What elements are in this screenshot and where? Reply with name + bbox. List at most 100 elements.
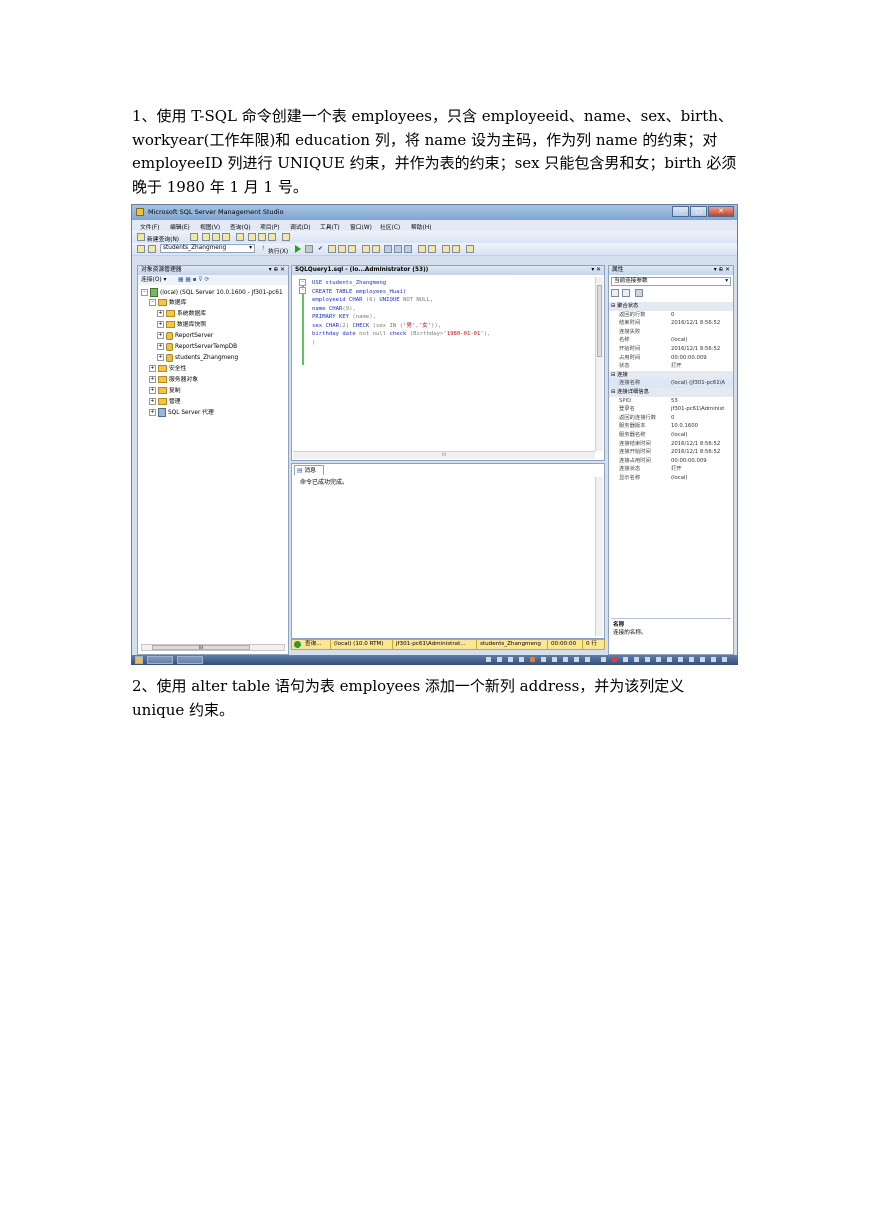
expand-icon[interactable]: + bbox=[157, 332, 164, 339]
messages-tab[interactable]: ▤ 消息 bbox=[294, 465, 324, 475]
query-designer-icon[interactable] bbox=[338, 245, 346, 253]
collapse-icon[interactable]: – bbox=[141, 289, 148, 296]
tray-icon[interactable] bbox=[645, 657, 650, 662]
tray-icon[interactable] bbox=[574, 657, 579, 662]
property-category[interactable]: ⊟ 连接详细信息 bbox=[609, 388, 733, 397]
property-row[interactable]: 返回的行数 0 bbox=[609, 311, 733, 320]
property-row[interactable]: 服务器名称 (local) bbox=[609, 431, 733, 440]
property-row[interactable]: 服务器版本 10.0.1600 bbox=[609, 422, 733, 431]
messages-vscroll[interactable] bbox=[595, 477, 603, 636]
property-row[interactable]: 连接开始时间 2016/12/1 8:56:52 bbox=[609, 448, 733, 457]
expand-icon[interactable]: + bbox=[157, 343, 164, 350]
tray-icon[interactable] bbox=[497, 657, 502, 662]
tray-icon[interactable] bbox=[563, 657, 568, 662]
query-dmx-icon[interactable] bbox=[222, 233, 230, 241]
tray-icon[interactable] bbox=[541, 657, 546, 662]
tray-icon[interactable] bbox=[678, 657, 683, 662]
property-row[interactable]: 占用时间 00:00:00.009 bbox=[609, 354, 733, 363]
property-category[interactable]: ⊟ 聚合状态 bbox=[609, 302, 733, 311]
menu-help[interactable]: 帮助(H) bbox=[411, 222, 431, 231]
database-select[interactable]: students_Zhangmeng ▾ bbox=[160, 244, 255, 253]
property-row[interactable]: 开始时间 2016/12/1 8:56:52 bbox=[609, 345, 733, 354]
panel-controls[interactable]: ▾ ⊕ ✕ bbox=[269, 266, 285, 275]
property-row[interactable]: 连接失败 bbox=[609, 328, 733, 337]
property-row[interactable]: 结束时间 2016/12/1 8:56:52 bbox=[609, 319, 733, 328]
results-file-icon[interactable] bbox=[404, 245, 412, 253]
editor-tab[interactable]: SQLQuery1.sql - (lo...Administrator (53)… bbox=[292, 266, 604, 275]
minimize-button[interactable]: – bbox=[672, 206, 689, 217]
menu-file[interactable]: 文件(F) bbox=[140, 222, 159, 231]
include-plan-icon[interactable] bbox=[362, 245, 370, 253]
property-pages-icon[interactable] bbox=[635, 289, 643, 297]
client-stats-icon[interactable] bbox=[372, 245, 380, 253]
debug-play-icon[interactable] bbox=[295, 245, 301, 253]
tray-icon[interactable] bbox=[689, 657, 694, 662]
property-row[interactable]: 状态 打开 bbox=[609, 362, 733, 371]
collapse-icon[interactable]: – bbox=[149, 299, 156, 306]
property-row[interactable]: 显示名称 (local) bbox=[609, 474, 733, 483]
change-connection-icon[interactable] bbox=[148, 245, 156, 253]
expand-icon[interactable]: + bbox=[149, 376, 156, 383]
alphabetical-icon[interactable] bbox=[622, 289, 630, 297]
tray-icon[interactable] bbox=[519, 657, 524, 662]
specify-values-icon[interactable] bbox=[466, 245, 474, 253]
object-explorer-hscroll[interactable]: III bbox=[141, 644, 285, 651]
expand-icon[interactable]: + bbox=[157, 321, 164, 328]
menu-window[interactable]: 窗口(W) bbox=[350, 222, 372, 231]
tray-icon[interactable] bbox=[656, 657, 661, 662]
tree-node-agent[interactable]: + SQL Server 代理 bbox=[149, 408, 214, 418]
display-plan-icon[interactable] bbox=[328, 245, 336, 253]
increase-indent-icon[interactable] bbox=[452, 245, 460, 253]
tree-node-system-databases[interactable]: + 系统数据库 bbox=[157, 309, 206, 319]
tray-icon[interactable] bbox=[722, 657, 727, 662]
menu-view[interactable]: 视图(V) bbox=[200, 222, 220, 231]
query-olap-icon[interactable] bbox=[212, 233, 220, 241]
tree-node-replication[interactable]: + 复制 bbox=[149, 386, 181, 396]
comment-icon[interactable] bbox=[418, 245, 426, 253]
menu-debug[interactable]: 调试(D) bbox=[290, 222, 311, 231]
editor-hscroll[interactable]: III bbox=[293, 451, 595, 459]
property-row[interactable]: SPID 53 bbox=[609, 397, 733, 406]
save-all-icon[interactable] bbox=[268, 233, 276, 241]
collapse-icon[interactable]: – bbox=[299, 287, 306, 294]
tree-node-server-objects[interactable]: + 服务器对象 bbox=[149, 375, 198, 385]
menu-community[interactable]: 社区(C) bbox=[380, 222, 400, 231]
analyze-icon[interactable] bbox=[348, 245, 356, 253]
tray-icon[interactable] bbox=[711, 657, 716, 662]
tree-node-management[interactable]: + 管理 bbox=[149, 397, 181, 407]
property-row[interactable]: 连接结束时间 2016/12/1 8:56:52 bbox=[609, 440, 733, 449]
tray-icon[interactable] bbox=[623, 657, 628, 662]
parse-check-icon[interactable]: ✔ bbox=[318, 246, 323, 252]
tray-icon[interactable] bbox=[612, 657, 617, 662]
property-row[interactable]: 连接占用时间 00:00:00.009 bbox=[609, 457, 733, 466]
decrease-indent-icon[interactable] bbox=[442, 245, 450, 253]
collapse-icon[interactable]: – bbox=[299, 279, 306, 286]
execute-button[interactable]: 执行(X) bbox=[268, 246, 288, 255]
open-file-icon[interactable] bbox=[236, 233, 244, 241]
tree-node-server[interactable]: – (local) (SQL Server 10.0.1600 - jf301-p… bbox=[141, 288, 283, 298]
tree-node-snapshots[interactable]: + 数据库快照 bbox=[157, 320, 206, 330]
expand-icon[interactable]: + bbox=[157, 310, 164, 317]
categorized-icon[interactable] bbox=[611, 289, 619, 297]
stop-icon[interactable] bbox=[305, 245, 313, 253]
tray-icon[interactable] bbox=[508, 657, 513, 662]
connect-dropdown[interactable]: 连接(O) ▾ bbox=[141, 277, 166, 283]
results-grid-icon[interactable] bbox=[394, 245, 402, 253]
menu-tools[interactable]: 工具(T) bbox=[320, 222, 340, 231]
menu-project[interactable]: 项目(P) bbox=[260, 222, 280, 231]
close-button[interactable]: ✕ bbox=[708, 206, 734, 217]
tree-node-reportservertempdb[interactable]: + ReportServerTempDB bbox=[157, 342, 237, 352]
sql-code[interactable]: USE students_Zhangmeng CREATE TABLE empl… bbox=[312, 279, 491, 347]
activity-monitor-icon[interactable] bbox=[282, 233, 290, 241]
connect-icon[interactable] bbox=[137, 245, 145, 253]
property-row[interactable]: 名称 (local) bbox=[609, 336, 733, 345]
open-folder-icon[interactable] bbox=[248, 233, 256, 241]
menu-query[interactable]: 查询(Q) bbox=[230, 222, 251, 231]
properties-object-select[interactable]: 当前连接参数 ▾ bbox=[611, 277, 731, 286]
expand-icon[interactable]: + bbox=[149, 387, 156, 394]
new-file-icon[interactable] bbox=[190, 233, 198, 241]
editor-vscroll[interactable] bbox=[595, 277, 603, 451]
tray-icon[interactable] bbox=[552, 657, 557, 662]
start-orb-icon[interactable] bbox=[135, 656, 143, 664]
property-category[interactable]: ⊟ 连接 bbox=[609, 370, 733, 380]
